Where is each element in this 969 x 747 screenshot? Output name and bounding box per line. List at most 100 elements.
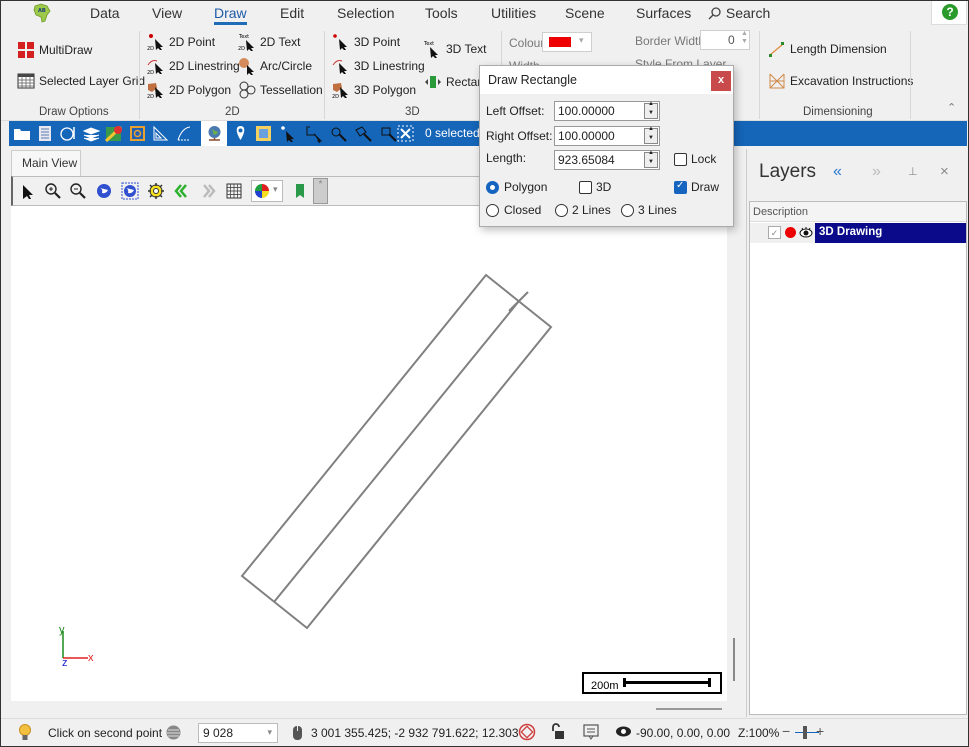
length-input[interactable]: 923.65084 (554, 150, 660, 170)
2-lines-label: 2 Lines (572, 203, 611, 217)
location-pin-icon[interactable] (231, 124, 250, 143)
left-offset-spinner[interactable] (644, 101, 658, 119)
2-lines-radio[interactable] (555, 204, 568, 217)
zoom-in-icon[interactable] (44, 182, 62, 200)
menu-tools[interactable]: Tools (425, 5, 458, 21)
menu-view[interactable]: View (152, 5, 182, 21)
more-tools-button[interactable]: * (313, 178, 328, 204)
length-dimension-button[interactable]: Length Dimension (768, 40, 887, 58)
2d-text-button[interactable]: Text 2D 2D Text (238, 33, 300, 51)
3d-checkbox[interactable] (579, 181, 592, 194)
2d-point-button[interactable]: 2D 2D Point (147, 33, 215, 51)
svg-text:Text: Text (238, 34, 249, 40)
right-offset-spinner[interactable] (644, 126, 658, 144)
status-prompt: Click on second point (48, 726, 163, 740)
polygon-radio[interactable] (486, 181, 499, 194)
bookmark-icon[interactable] (291, 182, 309, 200)
lock-checkbox[interactable] (674, 153, 687, 166)
color-wheel-icon (255, 184, 269, 198)
menu-edit[interactable]: Edit (280, 5, 304, 21)
dialog-titlebar[interactable]: Draw Rectangle x (480, 66, 733, 94)
multidraw-button[interactable]: MultiDraw (17, 41, 92, 59)
zoom-window-globe-icon[interactable] (121, 182, 139, 200)
ribbon-separator (139, 31, 140, 119)
color-theme-dropdown[interactable]: ▾ (251, 180, 283, 202)
menu-selection[interactable]: Selection (337, 5, 395, 21)
select-area-icon[interactable] (254, 124, 273, 143)
layers-stack-icon[interactable] (82, 124, 101, 143)
tessellation-button[interactable]: Tessellation (238, 81, 323, 99)
eye-icon[interactable] (799, 226, 813, 239)
2d-polygon-button[interactable]: 2D 2D Polygon (147, 81, 231, 99)
map-pin-icon[interactable] (105, 124, 124, 143)
excavation-instructions-button[interactable]: Excavation Instructions (768, 72, 913, 90)
globe-button[interactable] (201, 121, 227, 146)
layer-name[interactable]: 3D Drawing (815, 223, 966, 243)
help-button[interactable]: ? (931, 1, 967, 25)
vertical-scrollbar[interactable] (733, 638, 735, 681)
zoom-extents-globe-icon[interactable] (95, 182, 113, 200)
snap-icon[interactable] (518, 723, 536, 741)
zoom-slider-thumb[interactable] (803, 726, 807, 739)
close-icon[interactable]: × (940, 163, 949, 180)
collapse-left-icon[interactable]: « (833, 163, 842, 181)
layer-visibility-checkbox[interactable]: ✓ (768, 226, 781, 239)
dialog-close-button[interactable]: x (711, 71, 731, 91)
2d-linestring-button[interactable]: 2D 2D Linestring (147, 57, 240, 75)
draw-checkbox[interactable] (674, 180, 687, 194)
colour-picker[interactable]: ▾ (542, 32, 592, 52)
message-icon[interactable] (583, 723, 599, 741)
menu-draw[interactable]: Draw (214, 5, 247, 25)
zoom-out-icon[interactable] (69, 182, 87, 200)
open-folder-icon[interactable] (13, 124, 32, 143)
tab-main-view[interactable]: Main View (11, 150, 81, 176)
frame-icon[interactable] (128, 124, 147, 143)
layers-column-header: Description (750, 202, 966, 222)
3d-point-button[interactable]: 3D Point (332, 33, 400, 51)
layer-row[interactable]: ✓ 3D Drawing (750, 223, 966, 243)
3-lines-radio[interactable] (621, 204, 634, 217)
select-point-icon[interactable] (279, 124, 298, 143)
axis-icon[interactable] (174, 124, 193, 143)
collapse-ribbon-icon[interactable]: ⌃ (947, 101, 956, 114)
measure-angle-icon[interactable] (151, 124, 170, 143)
3d-linestring-button[interactable]: 3D Linestring (332, 57, 425, 75)
3d-text-button[interactable]: Text 3D Text (424, 40, 486, 58)
pin-icon[interactable]: ⊥ (908, 165, 918, 178)
palette-icon[interactable] (59, 124, 78, 143)
border-width-spinner[interactable]: 0 ▲ ▼ (700, 30, 750, 50)
grid-toggle-icon[interactable] (225, 182, 243, 200)
document-list-icon[interactable] (36, 124, 55, 143)
menu-data[interactable]: Data (90, 5, 120, 21)
arc-circle-button[interactable]: Arc/Circle (238, 57, 312, 75)
closed-radio[interactable] (486, 204, 499, 217)
menu-surfaces[interactable]: Surfaces (636, 5, 691, 21)
unlock-icon[interactable] (551, 723, 565, 741)
search-button[interactable]: Search (708, 5, 770, 21)
selected-layer-grid-button[interactable]: Selected Layer Grid (17, 72, 145, 90)
drawing-canvas[interactable]: y x z 200m (11, 206, 727, 701)
previous-view-icon[interactable] (173, 182, 191, 200)
pointer-arrow-icon[interactable] (19, 182, 37, 200)
select-polygon-icon[interactable] (354, 124, 373, 143)
clear-selection-icon[interactable] (396, 124, 415, 143)
menu-utilities[interactable]: Utilities (491, 5, 536, 21)
length-value: 923.65084 (558, 153, 615, 167)
zoom-in-button[interactable]: + (816, 723, 824, 739)
menu-scene[interactable]: Scene (565, 5, 605, 21)
3d-polygon-button[interactable]: 2D 3D Polygon (332, 81, 416, 99)
app-logo-icon[interactable]: AB (31, 3, 53, 23)
zoom-out-button[interactable]: − (782, 723, 790, 739)
select-circle-icon[interactable] (329, 124, 348, 143)
left-offset-input[interactable]: 100.00000 (554, 101, 660, 121)
select-line-icon[interactable] (304, 124, 323, 143)
draw-options-group-label: Draw Options (39, 106, 109, 118)
right-offset-input[interactable]: 100.00000 (554, 126, 660, 146)
expand-right-icon[interactable]: » (872, 163, 881, 181)
scale-combo[interactable]: 9 028 ▾ (198, 723, 278, 743)
length-spinner[interactable] (644, 150, 658, 168)
settings-gear-icon[interactable] (147, 182, 165, 200)
eye-icon[interactable] (615, 725, 632, 738)
next-view-icon[interactable] (199, 182, 217, 200)
horizontal-scrollbar[interactable] (656, 708, 722, 710)
